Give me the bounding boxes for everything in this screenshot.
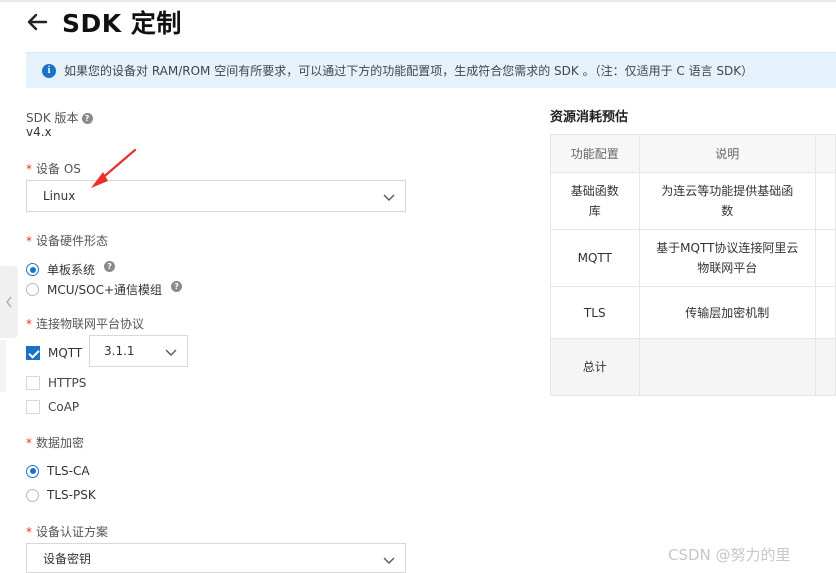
- device-os-value: Linux: [43, 189, 76, 203]
- arrow-left-icon[interactable]: [24, 9, 50, 35]
- top-divider: [0, 0, 836, 2]
- column-header: 说明: [638, 134, 817, 173]
- radio-tls-psk[interactable]: TLS-PSK: [26, 488, 96, 502]
- desc-cell: 传输层加密机制: [638, 286, 817, 339]
- radio-single-board[interactable]: 单板系统 ?: [26, 261, 116, 278]
- empty-cell: [815, 286, 836, 339]
- notice-text: 如果您的设备对 RAM/ROM 空间有所要求，可以通过下方的功能配置项，生成符合…: [64, 64, 754, 78]
- column-header: 功能配置: [550, 134, 640, 173]
- chevron-down-icon: [383, 194, 395, 201]
- sdk-version-label: SDK 版本?: [26, 109, 93, 126]
- watermark: CSDN @努力的里: [668, 546, 791, 564]
- resources-table: 功能配置 说明 基础函数库 为连云等功能提供基础函数 MQTT 基于MQTT协议…: [550, 134, 836, 396]
- rail-shadow: [0, 340, 6, 392]
- total-value: [638, 338, 817, 396]
- desc-cell: 基于MQTT协议连接阿里云物联网平台: [638, 229, 817, 287]
- table-row: 基础函数库 为连云等功能提供基础函数: [550, 172, 836, 230]
- feature-cell: TLS: [550, 286, 640, 339]
- collapse-handle[interactable]: [0, 266, 18, 338]
- desc-cell: 为连云等功能提供基础函数: [638, 172, 817, 230]
- mqtt-version-select[interactable]: 3.1.1: [89, 335, 188, 367]
- radio-mcu-soc[interactable]: MCU/SOC+通信模组 ?: [26, 281, 183, 298]
- help-icon[interactable]: ?: [104, 261, 116, 272]
- checkbox[interactable]: [26, 376, 40, 390]
- empty-cell: [815, 229, 836, 287]
- checkbox[interactable]: [26, 400, 40, 414]
- chevron-left-icon: [6, 296, 12, 308]
- help-icon[interactable]: ?: [171, 281, 183, 292]
- mqtt-version-value: 3.1.1: [104, 344, 135, 358]
- info-notice: i 如果您的设备对 RAM/ROM 空间有所要求，可以通过下方的功能配置项，生成…: [26, 52, 836, 88]
- encryption-label: * 数据加密: [26, 436, 85, 450]
- table-row: TLS 传输层加密机制: [550, 286, 836, 339]
- column-header: [815, 134, 836, 173]
- total-label: 总计: [550, 338, 640, 396]
- checkbox[interactable]: [26, 346, 40, 360]
- resources-title: 资源消耗预估: [550, 110, 629, 125]
- page-title: SDK 定制: [62, 9, 182, 38]
- page-header: SDK 定制: [24, 4, 182, 40]
- hardware-label: * 设备硬件形态: [26, 234, 109, 248]
- checkbox-https[interactable]: HTTPS: [26, 376, 86, 390]
- checkbox-label: HTTPS: [48, 376, 87, 390]
- radio-label: MCU/SOC+通信模组: [47, 283, 163, 297]
- radio-button[interactable]: [26, 283, 39, 296]
- help-icon[interactable]: ?: [81, 113, 93, 124]
- radio-label: TLS-CA: [47, 464, 90, 478]
- radio-button[interactable]: [26, 488, 39, 502]
- auth-value: 设备密钥: [43, 551, 92, 566]
- radio-button[interactable]: [26, 464, 39, 478]
- info-icon: i: [42, 63, 56, 78]
- checkbox-label: MQTT: [48, 346, 83, 360]
- auth-label: * 设备认证方案: [26, 525, 109, 539]
- table-header-row: 功能配置 说明: [550, 134, 836, 173]
- checkbox-label: CoAP: [48, 400, 80, 414]
- device-os-select[interactable]: Linux: [26, 180, 406, 212]
- radio-label: TLS-PSK: [47, 488, 96, 502]
- table-total-row: 总计: [550, 338, 836, 396]
- table-row: MQTT 基于MQTT协议连接阿里云物联网平台: [550, 229, 836, 287]
- feature-cell: MQTT: [550, 229, 640, 287]
- empty-cell: [815, 172, 836, 230]
- empty-cell: [815, 338, 836, 396]
- sdk-version-value: v4.x: [26, 125, 52, 139]
- device-os-label: * 设备 OS: [26, 162, 81, 176]
- feature-cell: 基础函数库: [550, 172, 640, 230]
- radio-button[interactable]: [26, 263, 39, 276]
- chevron-down-icon: [165, 349, 177, 356]
- auth-select[interactable]: 设备密钥: [26, 543, 406, 573]
- radio-label: 单板系统: [47, 263, 96, 277]
- checkbox-coap[interactable]: CoAP: [26, 400, 79, 414]
- protocol-label: * 连接物联网平台协议: [26, 317, 145, 331]
- radio-tls-ca[interactable]: TLS-CA: [26, 464, 90, 478]
- chevron-down-icon: [383, 557, 395, 564]
- checkbox-mqtt[interactable]: MQTT: [26, 346, 82, 360]
